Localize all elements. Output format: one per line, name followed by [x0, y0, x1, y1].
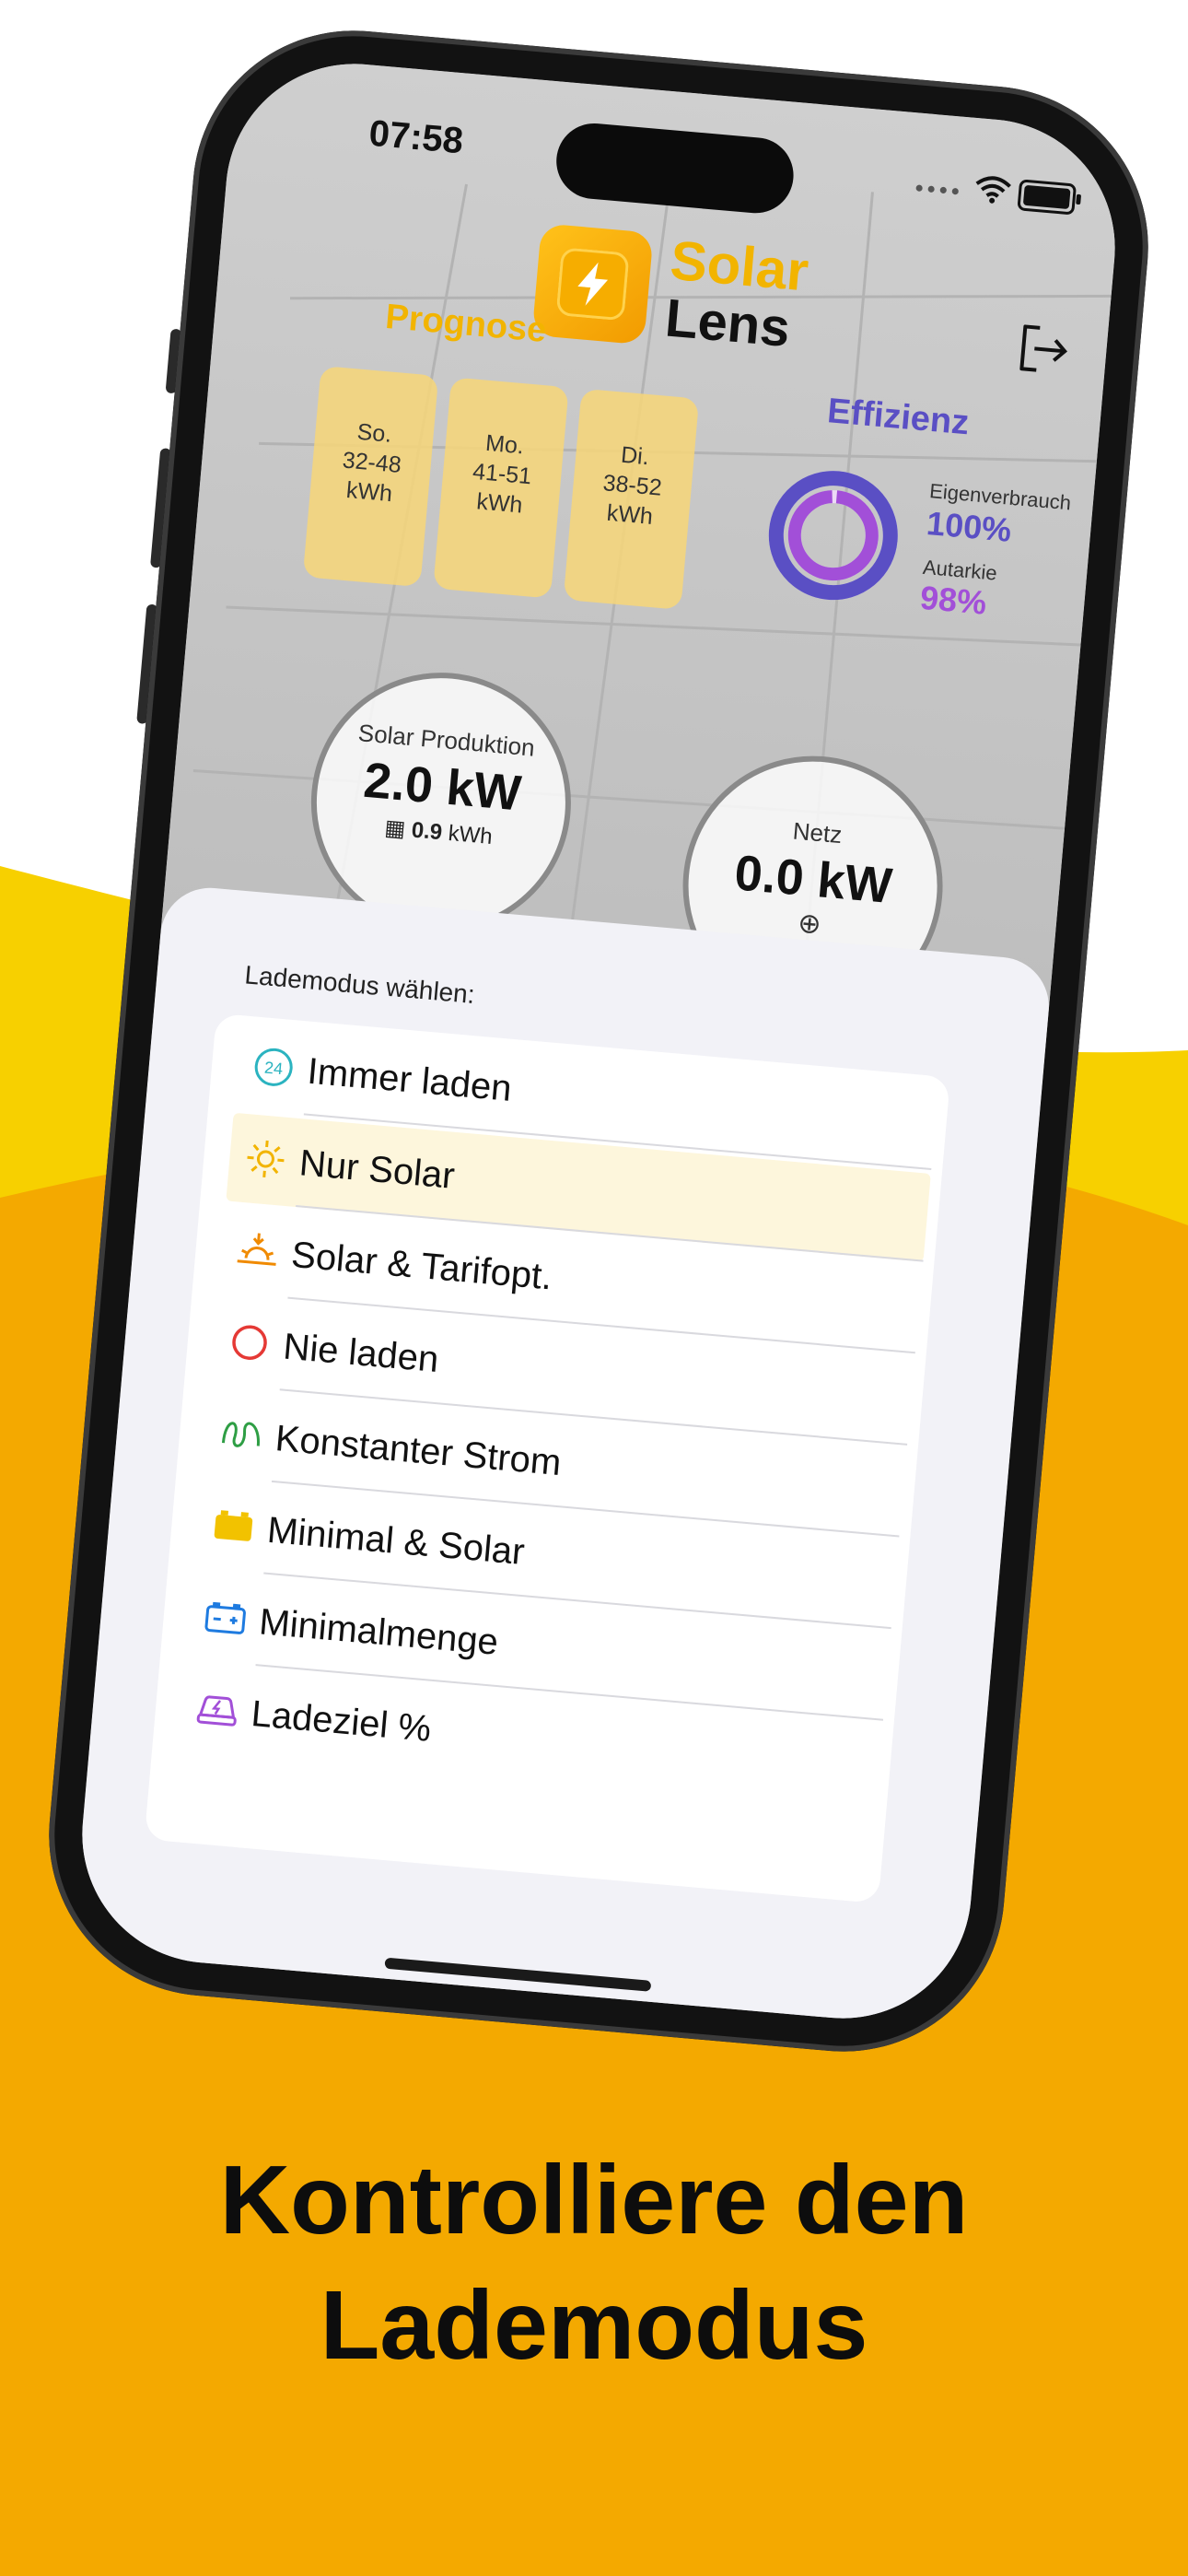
self-consumption-value: 100%: [925, 503, 1013, 549]
status-time: 07:58: [367, 112, 465, 162]
forecast-day-card[interactable]: Di. 38-52 kWh: [563, 388, 700, 610]
app-logo: [531, 223, 654, 345]
phone-frame: 07:58 •••• Solar Lens Prognose So. 32-48…: [35, 17, 1162, 2066]
bolt-icon: [577, 262, 609, 306]
charge-mode-label: Nie laden: [281, 1326, 441, 1381]
car-charge-icon: [196, 1695, 237, 1727]
charge-mode-label: Solar & Tarifopt.: [289, 1234, 554, 1298]
sun-icon: [247, 1140, 285, 1178]
solar-energy-value: 0.9: [410, 817, 444, 846]
phone-mockup: 07:58 •••• Solar Lens Prognose So. 32-48…: [35, 17, 1162, 2066]
charge-mode-label: Ladeziel %: [250, 1692, 433, 1750]
battery-yellow-icon: [214, 1510, 253, 1541]
charge-mode-label: Minimal & Solar: [265, 1509, 527, 1574]
sunset-icon: [237, 1233, 276, 1266]
wifi-icon: [975, 176, 1011, 204]
svg-text:24: 24: [263, 1059, 284, 1079]
autarkie-value: 98%: [918, 578, 988, 622]
headline-line-1: Kontrolliere den: [219, 2146, 969, 2254]
headline-line-2: Lademodus: [320, 2271, 868, 2380]
charge-mode-label: Konstanter Strom: [274, 1418, 564, 1484]
logo-text-lens: Lens: [662, 287, 793, 359]
battery-blue-icon: [204, 1601, 246, 1634]
phone-screen: 07:58 •••• Solar Lens Prognose So. 32-48…: [71, 53, 1126, 2030]
autarkie-ring: [787, 490, 879, 581]
charge-mode-label: Nur Solar: [297, 1142, 457, 1197]
clock-24-icon: 24: [254, 1048, 293, 1086]
solar-energy-unit: kWh: [447, 820, 494, 850]
forecast-day-card[interactable]: Mo. 41-51 kWh: [433, 377, 569, 599]
charge-mode-label: Minimalmenge: [257, 1601, 500, 1663]
forecast-day-card[interactable]: So. 32-48 kWh: [302, 365, 439, 588]
charge-mode-list: 24 Immer laden Nur Solar Solar & Tarifop…: [144, 1013, 951, 1904]
cellular-signal-icon: ••••: [914, 173, 965, 205]
charge-mode-label: Immer laden: [306, 1050, 514, 1109]
efficiency-ring-chart: [768, 471, 898, 601]
marketing-headline: Kontrolliere den Lademodus: [0, 2137, 1188, 2388]
coil-icon: [221, 1422, 260, 1447]
circle-icon: [232, 1325, 267, 1360]
calendar-icon: ▦: [383, 814, 407, 842]
logout-icon[interactable]: [1014, 321, 1072, 379]
battery-icon: [1017, 179, 1077, 216]
